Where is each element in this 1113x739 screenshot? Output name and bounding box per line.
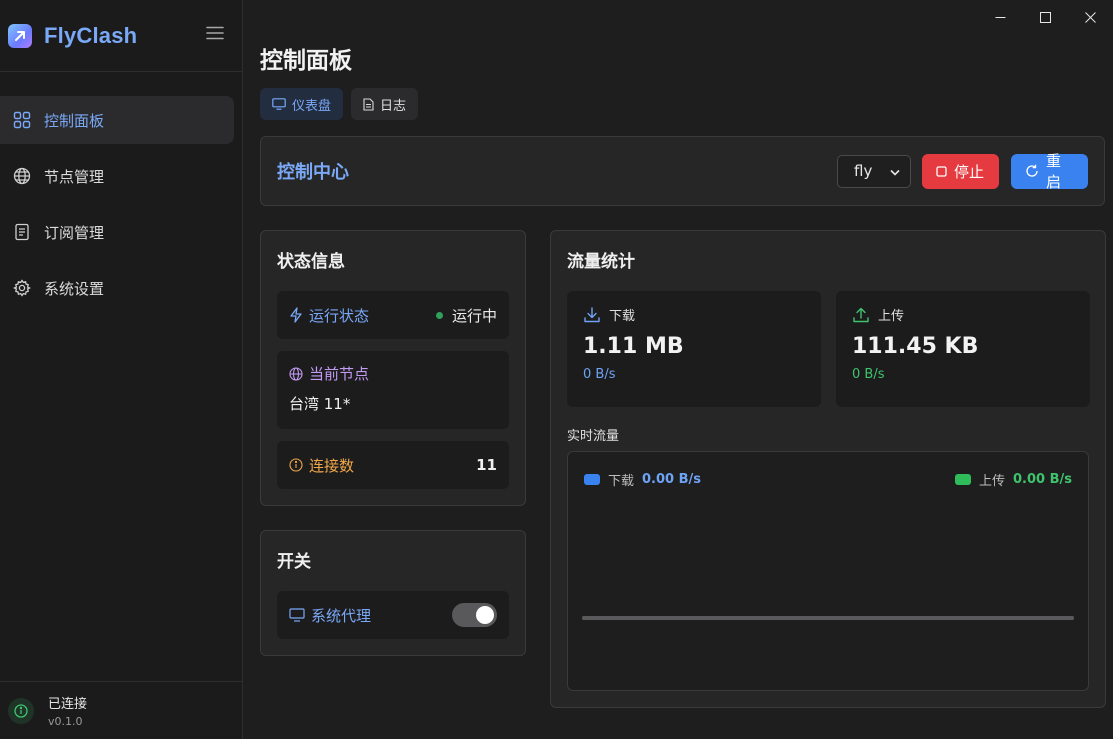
upload-icon bbox=[852, 306, 870, 324]
toggle-knob bbox=[476, 606, 494, 624]
status-panel: 状态信息 运行状态 运行中 当前节点 台湾 11* 连接数 11 bbox=[260, 230, 526, 506]
stop-icon bbox=[936, 165, 947, 177]
current-node-label: 当前节点 bbox=[309, 365, 370, 383]
page-title: 控制面板 bbox=[260, 48, 352, 74]
gear-icon bbox=[12, 278, 32, 298]
minimize-icon[interactable] bbox=[978, 8, 1023, 26]
connections-label: 连接数 bbox=[309, 456, 355, 475]
restart-button-label: 重启 bbox=[1046, 152, 1062, 191]
control-center-title: 控制中心 bbox=[277, 162, 349, 183]
tab-bar: 仪表盘 日志 bbox=[260, 88, 426, 120]
window-controls bbox=[978, 8, 1113, 26]
stop-button-label: 停止 bbox=[954, 162, 985, 181]
download-stat-card: 下载 1.11 MB 0 B/s bbox=[567, 291, 821, 407]
switch-panel: 开关 系统代理 bbox=[260, 530, 526, 656]
grid-icon bbox=[12, 110, 32, 130]
download-rate: 0 B/s bbox=[583, 367, 616, 382]
sidebar-item-dashboard[interactable]: 控制面板 bbox=[0, 96, 234, 144]
status-panel-title: 状态信息 bbox=[277, 252, 345, 272]
sidebar-item-subscriptions[interactable]: 订阅管理 bbox=[0, 208, 234, 256]
app-logo-icon bbox=[8, 23, 32, 48]
system-proxy-row: 系统代理 bbox=[277, 591, 509, 639]
sidebar-nav: 控制面板 节点管理 订阅管理 系统设置 bbox=[0, 72, 242, 312]
download-label: 下载 bbox=[609, 309, 636, 324]
restart-button[interactable]: 重启 bbox=[1011, 152, 1088, 191]
tab-label: 仪表盘 bbox=[292, 98, 332, 114]
stop-button[interactable]: 停止 bbox=[922, 153, 999, 189]
info-icon bbox=[8, 697, 34, 724]
profile-select-value: fly bbox=[854, 162, 873, 180]
connection-status: 已连接 bbox=[48, 697, 88, 712]
globe-icon bbox=[12, 166, 32, 186]
close-icon[interactable] bbox=[1068, 8, 1113, 26]
control-center-panel: 控制中心 fly 停止 重启 bbox=[260, 136, 1105, 206]
sidebar: FlyClash 控制面板 节点管理 订阅管理 系统设置 已连接 v0.1.0 bbox=[0, 0, 243, 739]
download-icon bbox=[583, 306, 601, 324]
traffic-panel: 流量统计 下载 1.11 MB 0 B/s 上传 111.45 KB 0 B/s… bbox=[550, 230, 1106, 708]
run-state-value: 运行中 bbox=[451, 306, 497, 325]
brand-header: FlyClash bbox=[0, 0, 242, 72]
sidebar-item-label: 系统设置 bbox=[44, 279, 105, 298]
refresh-icon bbox=[1025, 164, 1039, 178]
sidebar-item-label: 控制面板 bbox=[44, 111, 105, 130]
current-node-value: 台湾 11* bbox=[289, 395, 351, 413]
lightning-icon bbox=[289, 307, 303, 323]
info-icon bbox=[289, 458, 303, 472]
connections-value: 11 bbox=[476, 456, 497, 474]
realtime-traffic-label: 实时流量 bbox=[567, 429, 620, 444]
chevron-down-icon bbox=[890, 162, 900, 180]
upload-label: 上传 bbox=[878, 309, 905, 324]
traffic-panel-title: 流量统计 bbox=[567, 252, 635, 272]
monitor-icon bbox=[272, 98, 286, 110]
app-version: v0.1.0 bbox=[48, 715, 83, 728]
upload-stat-card: 上传 111.45 KB 0 B/s bbox=[836, 291, 1090, 407]
current-node-row: 当前节点 台湾 11* bbox=[277, 351, 509, 429]
maximize-icon[interactable] bbox=[1023, 8, 1068, 26]
sidebar-item-label: 订阅管理 bbox=[44, 223, 105, 242]
file-icon bbox=[363, 97, 374, 111]
sidebar-item-settings[interactable]: 系统设置 bbox=[0, 264, 234, 312]
app-name: FlyClash bbox=[44, 22, 138, 48]
tab-logs[interactable]: 日志 bbox=[351, 88, 419, 120]
upload-rate: 0 B/s bbox=[852, 367, 885, 382]
connections-row: 连接数 11 bbox=[277, 441, 509, 489]
sidebar-item-nodes[interactable]: 节点管理 bbox=[0, 152, 234, 200]
profile-select[interactable]: fly bbox=[837, 154, 911, 188]
run-state-row: 运行状态 运行中 bbox=[277, 291, 509, 339]
upload-total: 111.45 KB bbox=[852, 334, 979, 359]
status-dot bbox=[435, 311, 443, 319]
sidebar-item-label: 节点管理 bbox=[44, 167, 105, 186]
system-proxy-toggle[interactable] bbox=[452, 603, 497, 627]
menu-toggle-icon[interactable] bbox=[204, 22, 226, 44]
tab-dashboard[interactable]: 仪表盘 bbox=[260, 88, 344, 120]
connection-footer: 已连接 v0.1.0 bbox=[0, 681, 242, 739]
system-proxy-label: 系统代理 bbox=[311, 606, 372, 625]
document-icon bbox=[12, 222, 32, 242]
realtime-chart-plot bbox=[582, 616, 1074, 620]
run-state-label: 运行状态 bbox=[309, 306, 370, 325]
realtime-chart: 下载 0.00 B/s 上传 0.00 B/s bbox=[567, 451, 1089, 691]
tab-label: 日志 bbox=[380, 98, 407, 114]
globe-icon bbox=[289, 366, 303, 381]
switch-panel-title: 开关 bbox=[277, 552, 311, 572]
monitor-icon bbox=[289, 608, 305, 622]
download-total: 1.11 MB bbox=[583, 334, 684, 359]
